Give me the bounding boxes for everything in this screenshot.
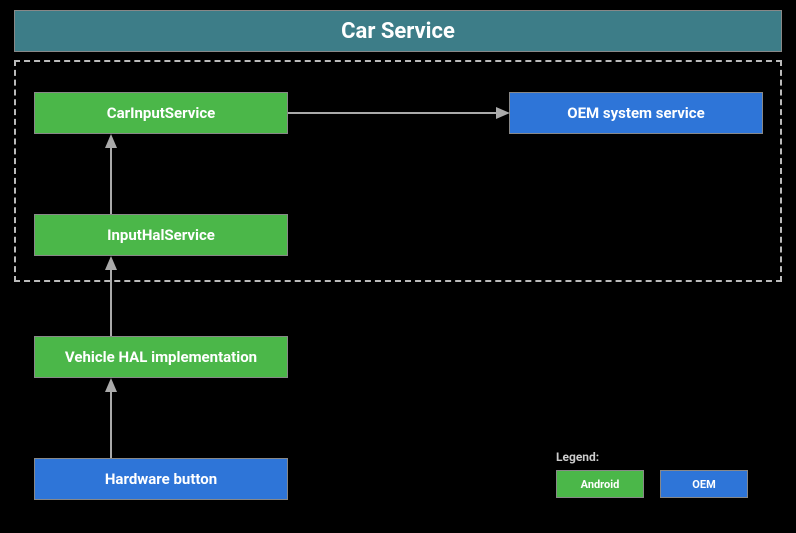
box-hardware-button: Hardware button: [34, 458, 288, 500]
arrow-inputhal-to-carinput: [104, 134, 118, 214]
box-vehicle-hal: Vehicle HAL implementation: [34, 336, 288, 378]
box-input-hal-service: InputHalService: [34, 214, 288, 256]
legend-oem: OEM: [660, 470, 748, 498]
label-car-input-service: CarInputService: [107, 104, 216, 122]
label-oem-system-service: OEM system service: [567, 104, 704, 122]
legend-android-label: Android: [581, 478, 620, 491]
box-oem-system-service: OEM system service: [509, 92, 763, 134]
legend-android: Android: [556, 470, 644, 498]
arrow-hwbutton-to-vehiclehal: [104, 378, 118, 458]
arrow-vehiclehal-to-inputhal: [104, 256, 118, 336]
label-hardware-button: Hardware button: [105, 470, 217, 488]
header-title: Car Service: [341, 19, 455, 44]
box-car-input-service: CarInputService: [34, 92, 288, 134]
header-title-bar: Car Service: [14, 10, 782, 52]
arrow-carinput-to-oem: [288, 106, 510, 120]
label-input-hal-service: InputHalService: [107, 226, 215, 244]
label-vehicle-hal: Vehicle HAL implementation: [65, 348, 257, 366]
legend-title: Legend:: [556, 450, 599, 464]
legend-oem-label: OEM: [692, 478, 715, 491]
